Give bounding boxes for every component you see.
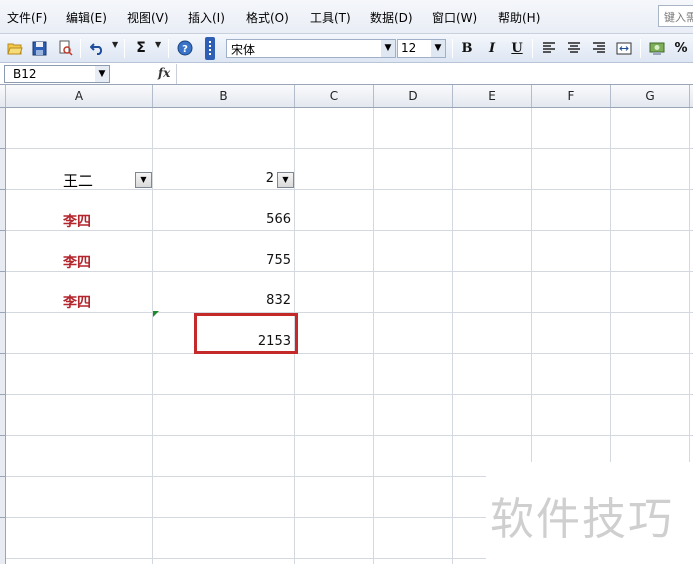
- toolbar-separator: [640, 39, 641, 58]
- column-headers: A B C D E F G: [0, 85, 693, 108]
- chevron-down-icon[interactable]: ▼: [381, 40, 395, 57]
- name-cell[interactable]: 王二: [63, 170, 93, 191]
- autosum-dropdown-icon[interactable]: ▼: [155, 40, 161, 49]
- menu-data[interactable]: 数据(D): [370, 9, 413, 26]
- font-size-select[interactable]: 12 ▼: [397, 39, 446, 58]
- name-cell[interactable]: 李四: [63, 211, 91, 231]
- menu-edit[interactable]: 编辑(E): [66, 9, 107, 26]
- chevron-down-icon[interactable]: ▼: [95, 66, 109, 82]
- align-center-icon[interactable]: [565, 39, 583, 57]
- toolbar-separator: [452, 39, 453, 58]
- align-left-icon[interactable]: [540, 39, 558, 57]
- toolbar-separator: [124, 39, 125, 58]
- column-header-g[interactable]: G: [611, 85, 690, 107]
- open-folder-icon[interactable]: [6, 39, 24, 57]
- column-header-d[interactable]: D: [374, 85, 453, 107]
- menu-tools[interactable]: 工具(T): [310, 9, 351, 26]
- svg-text:?: ?: [182, 44, 188, 55]
- menu-view[interactable]: 视图(V): [127, 9, 169, 26]
- chevron-down-icon[interactable]: ▼: [431, 40, 445, 57]
- name-box-value: B12: [13, 67, 37, 81]
- total-cell[interactable]: 2153: [230, 334, 291, 349]
- toolbar-separator: [168, 39, 169, 58]
- error-indicator-icon: [153, 311, 159, 317]
- underline-button[interactable]: U: [508, 39, 526, 57]
- toolbar-separator: [532, 39, 533, 58]
- value-cell[interactable]: 566: [230, 212, 291, 227]
- value-cell[interactable]: 832: [230, 293, 291, 308]
- merge-center-icon[interactable]: [615, 39, 633, 57]
- autofilter-dropdown-button[interactable]: ▼: [135, 172, 152, 188]
- undo-icon[interactable]: [88, 39, 106, 57]
- column-header-b[interactable]: B: [153, 85, 295, 107]
- watermark-text: 软件技巧: [490, 494, 674, 545]
- value-cell[interactable]: 2: [254, 171, 274, 186]
- name-cell[interactable]: 李四: [63, 252, 91, 272]
- align-right-icon[interactable]: [590, 39, 608, 57]
- name-cell[interactable]: 李四: [63, 292, 91, 312]
- percent-style-button[interactable]: %: [672, 39, 690, 57]
- toolbar-grip[interactable]: [205, 37, 215, 60]
- menu-window[interactable]: 窗口(W): [432, 9, 477, 26]
- font-name-select[interactable]: 宋体 ▼: [226, 39, 396, 58]
- menu-bar: 文件(F) 编辑(E) 视图(V) 插入(I) 格式(O) 工具(T) 数据(D…: [0, 0, 693, 34]
- column-header-a[interactable]: A: [6, 85, 153, 107]
- name-box[interactable]: B12 ▼: [4, 65, 110, 83]
- font-name-value: 宋体: [231, 43, 256, 57]
- toolbar-separator: [80, 39, 81, 58]
- column-header-c[interactable]: C: [295, 85, 374, 107]
- help-search-input[interactable]: 键入需: [658, 5, 693, 27]
- formula-input[interactable]: [176, 64, 693, 84]
- menu-format[interactable]: 格式(O): [246, 9, 289, 26]
- print-preview-icon[interactable]: [56, 39, 74, 57]
- column-header-e[interactable]: E: [453, 85, 532, 107]
- italic-button[interactable]: I: [483, 39, 501, 57]
- font-size-value: 12: [401, 41, 417, 55]
- help-icon[interactable]: ?: [176, 39, 194, 57]
- save-icon[interactable]: [30, 39, 48, 57]
- menu-help[interactable]: 帮助(H): [498, 9, 540, 26]
- insert-function-icon[interactable]: fx: [158, 66, 170, 80]
- menu-file[interactable]: 文件(F): [7, 9, 47, 26]
- menu-insert[interactable]: 插入(I): [188, 9, 225, 26]
- undo-dropdown-icon[interactable]: ▼: [112, 40, 118, 49]
- column-header-f[interactable]: F: [532, 85, 611, 107]
- row-headers[interactable]: [0, 108, 6, 564]
- autofilter-dropdown-button[interactable]: ▼: [277, 172, 294, 188]
- currency-style-icon[interactable]: [648, 39, 666, 57]
- value-cell[interactable]: 755: [230, 253, 291, 268]
- formula-bar: B12 ▼ fx: [0, 63, 693, 85]
- toolbar: ▼ Σ ▼ ? 宋体 ▼ 12 ▼ B I U %: [0, 34, 693, 63]
- autosum-icon[interactable]: Σ: [132, 39, 150, 57]
- bold-button[interactable]: B: [458, 39, 476, 57]
